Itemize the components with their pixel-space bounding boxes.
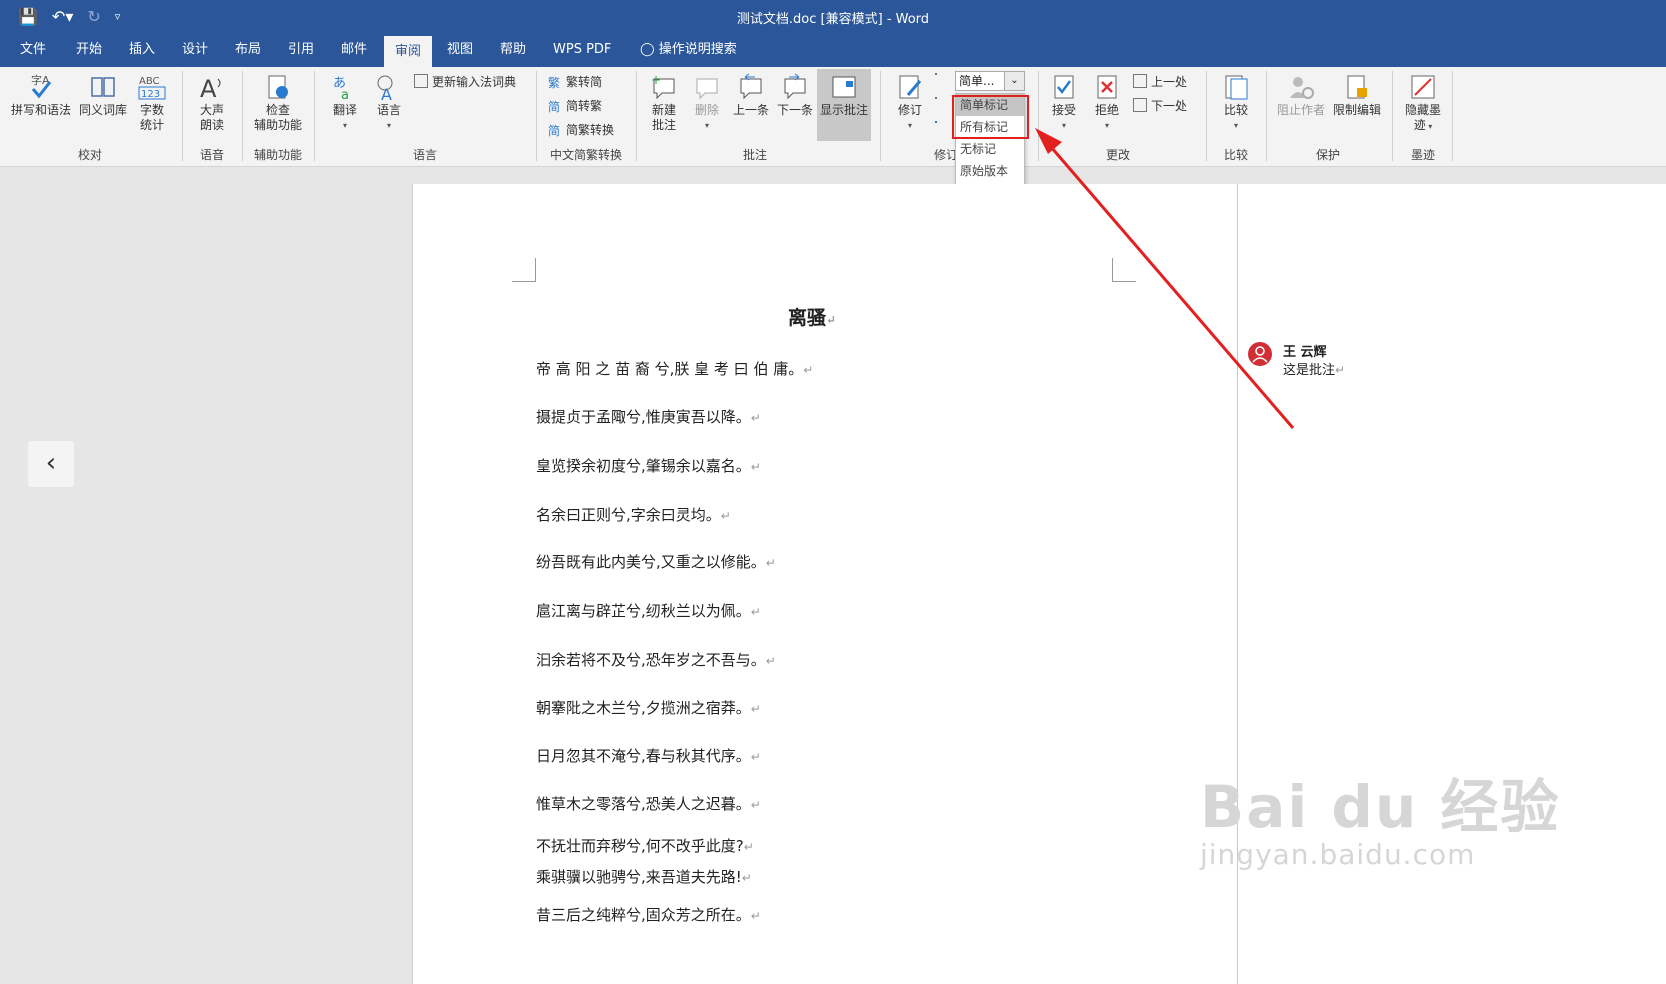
annotation-arrow — [1035, 128, 1295, 429]
